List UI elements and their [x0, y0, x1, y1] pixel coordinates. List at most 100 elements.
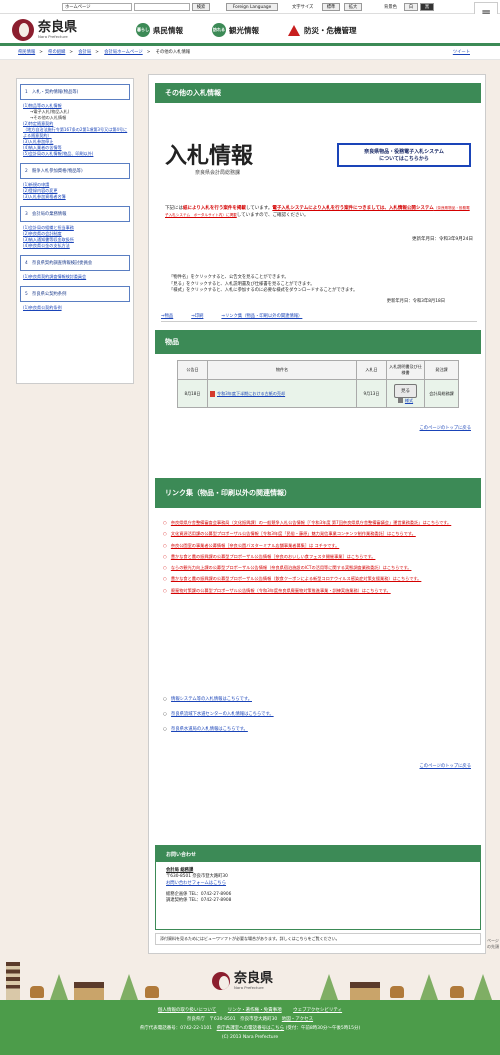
sidebar-item[interactable]: (3)入札参加資格者名簿 — [20, 194, 130, 200]
related-link[interactable]: 豊かな食と農の振興課の公募型プロポーザル公告情報［奈良のおいしい食フェスタ開催事… — [171, 554, 376, 559]
related-link[interactable]: 文化資源活用課の公募型プロポーザル公告情報［令和3年度「民俗・藤原」魅力発信事業… — [171, 531, 416, 536]
footer-dept-guide-link[interactable]: 県庁各課室への電話番号はこちら — [217, 1026, 285, 1031]
instruction-line: 「様式」をクリックすると、入札に参加するのに必要な様式をダウンロードすることがで… — [169, 288, 358, 293]
anchor-printing[interactable]: ⇒印刷 — [191, 313, 203, 319]
notice-part: 下記には — [165, 206, 183, 211]
back-to-top-link[interactable]: このページのトップに戻る — [420, 425, 471, 431]
page-top-button[interactable]: ページの先頭 — [487, 938, 500, 950]
sidebar-list-committee: (1)奈良県契約調査情報検討委員会 — [20, 274, 130, 280]
contact-body: 会計局 総務課 〒630-8501 奈良市登大路町30 お問い合わせフォームはこ… — [156, 862, 480, 910]
breadcrumb-item[interactable]: 県の組織 — [48, 50, 65, 55]
cell-bid-date: 9月13日 — [356, 379, 387, 408]
item-name-link[interactable]: 令和3年度下半期における古紙の売却 — [217, 391, 285, 396]
footer-address-line: 奈良県庁 〒630-8501 奈良市登大路町30 地図・アクセス — [0, 1015, 500, 1024]
related-link[interactable]: 奈良公園室の事業者公募情報［奈良公園バスターミナル店舗事業者募集］は コチラです… — [171, 543, 339, 548]
col-header: 発注課 — [424, 360, 459, 380]
bid-info-dept: 奈良県会計局総務課 — [195, 170, 241, 176]
breadcrumb-item[interactable]: 県民情報 — [18, 50, 35, 55]
related-link[interactable]: 廃棄物対策課の公募型プロポーザル公告情報（令和3年度奈良県廃棄物対策推進事業・訓… — [171, 588, 391, 593]
nav-residents-badge: 暮らし — [136, 23, 150, 37]
bg-black-button[interactable]: 黒 — [420, 3, 434, 11]
breadcrumb-item[interactable]: 会計局ホームページ — [104, 50, 142, 55]
breadcrumb-sep: > — [69, 50, 73, 55]
footer-address: 奈良県庁 〒630-8501 奈良市登大路町30 — [186, 1017, 278, 1022]
anchor-links: ⇒物品 ⇒印刷 ⇒リンク集（物品・印刷以外の関連情報） — [161, 313, 477, 322]
footer-link[interactable]: 個人情報の取り扱いについて — [158, 1008, 216, 1013]
temple-icon — [350, 982, 380, 1000]
tree-icon — [120, 974, 138, 1000]
breadcrumb-sep: > — [39, 50, 43, 55]
e-bid-system-banner-link[interactable]: 奈良県物品・役務電子入札システム についてはこちらから — [337, 143, 471, 167]
sidebar-item[interactable]: (1)奈良県契約調査情報検討委員会 — [20, 274, 130, 280]
contact-box: お問い合わせ 会計局 総務課 〒630-8501 奈良市登大路町30 お問い合わ… — [155, 845, 481, 930]
nav-tourism-badge: 訪れる — [212, 23, 226, 37]
list-item: ○ 奈良県流域下水道センターの入札情報はこちらです。 — [163, 712, 274, 717]
updated-date: 更新年月日：令和3年8月18日 — [386, 299, 445, 304]
sidebar-list-bids: (1)物品等の入札情報 →電子入札(物品入札) →その他の入札情報 (2)特定随… — [20, 103, 130, 157]
nara-emblem-icon — [212, 972, 230, 990]
viewer-notice-link[interactable]: 添付資料を見るためにはビューワソフトが必要な場合があります。詳しくはこちらをご覧… — [155, 933, 481, 945]
nav-tourism[interactable]: 訪れる 観光情報 — [212, 22, 259, 38]
search-scope-select[interactable]: ホームページ — [62, 3, 132, 11]
search-button[interactable]: 検索 — [192, 3, 210, 11]
sidebar-item[interactable]: (4)奈良県公金の支払方法 — [20, 243, 130, 249]
info-link[interactable]: 情報システム等の入札情報はこちらです。 — [171, 697, 252, 702]
sidebar-section-committee[interactable]: 4 奈良県契約調査情報検討委員会 — [20, 255, 130, 271]
related-link[interactable]: 奈良県県庁舎整備審査会事務局（文化振興課）の一般競争入札公告情報［「令和3年度 … — [171, 520, 451, 525]
col-header: 公告日 — [177, 360, 208, 380]
list-item: ○ 廃棄物対策課の公募型プロポーザル公告情報（令和3年度奈良県廃棄物対策推進事業… — [163, 587, 391, 593]
sidebar-item[interactable]: （地方自治法施行令第167条の2第1項第3号又は第4号による随意契約） — [20, 127, 130, 139]
footer-copyright: (C) 2013 Nara Prefecture — [221, 1035, 279, 1040]
nav-tourism-label: 観光情報 — [229, 25, 259, 35]
list-item: ○ 文化資源活用課の公募型プロポーザル公告情報［令和3年度「民俗・藤原」魅力発信… — [163, 531, 416, 537]
cell-item-name: 令和3年度下半期における古紙の売却 — [207, 379, 357, 408]
bid-table-grid: 公告日 物件名 入札日 入札説明書及び仕様書 発注課 8月18日 令和3年度下半… — [177, 360, 459, 408]
contact-tel: 調達契約係 TEL：0742-27-8908 — [166, 898, 232, 904]
site-logo[interactable]: 奈良県 Nara Prefecture — [12, 19, 77, 41]
related-link[interactable]: 豊かな食と農の振興課の公募型プロポーザル公告情報（飲食クーポンによる新型コロナウ… — [171, 576, 422, 581]
nav-residents[interactable]: 暮らし 県民情報 — [136, 22, 183, 38]
font-size-standard-button[interactable]: 標準 — [322, 3, 340, 11]
sidebar-section-accounting[interactable]: 3 会計局の業務情報 — [20, 206, 130, 222]
sidebar-list-ordinance: (1)奈良県公契約条例 — [20, 305, 130, 311]
forms-link[interactable]: 様式 — [405, 398, 413, 403]
related-link[interactable]: ならの観光力向上課の公募型プロポーザル公告情報（奈良県宿泊施設のICTの活用等に… — [171, 565, 412, 570]
footer-logo: 奈良県 Nara Prefecture — [212, 972, 273, 990]
warning-icon — [288, 24, 300, 36]
list-item: ○ 情報システム等の入札情報はこちらです。 — [163, 697, 252, 702]
breadcrumb-sep: > — [95, 50, 99, 55]
bg-color-label: 背景色 — [384, 5, 397, 10]
foreign-language-button[interactable]: Foreign Language — [226, 3, 278, 11]
cell-dept: 会計局総務課 — [424, 379, 459, 408]
footer-link[interactable]: リンク・著作権・免責事項 — [228, 1008, 282, 1013]
tweet-link[interactable]: ツイート — [453, 46, 470, 60]
info-link[interactable]: 奈良県流域下水道センターの入札情報はこちらです。 — [171, 712, 274, 717]
section-heading-links: リンク集（物品・印刷以外の関連情報） — [155, 478, 481, 508]
footer-map-link[interactable]: 地図・アクセス — [282, 1017, 313, 1022]
section-heading-goods: 物品 — [155, 330, 481, 354]
cell-docs: 見る 様式 — [386, 379, 425, 408]
search-input[interactable] — [134, 3, 190, 11]
sidebar-item[interactable]: (5)会計局の入札情報(物品、印刷以外) — [20, 151, 130, 157]
anchor-goods[interactable]: ⇒物品 — [161, 313, 173, 319]
notice-text: 下記には紙により入札を行う案件を掲載しています。電子入札システムにより入札を行う… — [165, 205, 473, 219]
deer-icon — [145, 986, 159, 998]
anchor-links-collection[interactable]: ⇒リンク集（物品・印刷以外の関連情報） — [221, 313, 302, 319]
bg-white-button[interactable]: 白 — [404, 3, 418, 11]
info-link[interactable]: 奈良県水道局の入札情報はこちらです。 — [171, 727, 248, 732]
notice-emphasis: 紙により入札を行う案件を掲載 — [183, 206, 246, 211]
pagoda-icon — [6, 962, 20, 1000]
nav-disaster[interactable]: 防災・危機管理 — [288, 22, 357, 38]
view-docs-button[interactable]: 見る — [394, 383, 417, 398]
back-to-top-link[interactable]: このページのトップに戻る — [420, 763, 471, 769]
breadcrumb-item[interactable]: 会計局 — [78, 50, 91, 55]
font-size-large-button[interactable]: 拡大 — [344, 3, 362, 11]
sidebar-item[interactable]: (1)奈良県公契約条例 — [20, 305, 130, 311]
list-item: ○ 奈良公園室の事業者公募情報［奈良公園バスターミナル店舗事業者募集］は コチラ… — [163, 542, 340, 548]
sidebar-section-ordinance[interactable]: 5 奈良県公契約条例 — [20, 286, 130, 302]
bid-table: 公告日 物件名 入札日 入札説明書及び仕様書 発注課 8月18日 令和3年度下半… — [177, 360, 459, 408]
sidebar-section-qualification[interactable]: 2 競争入札参加資格(物品等) — [20, 163, 130, 179]
sidebar-section-bids[interactable]: 1 入札・契約情報(物品等) — [20, 84, 130, 100]
footer-link[interactable]: ウェブアクセシビリティ — [293, 1008, 342, 1013]
deer-icon — [390, 986, 404, 998]
